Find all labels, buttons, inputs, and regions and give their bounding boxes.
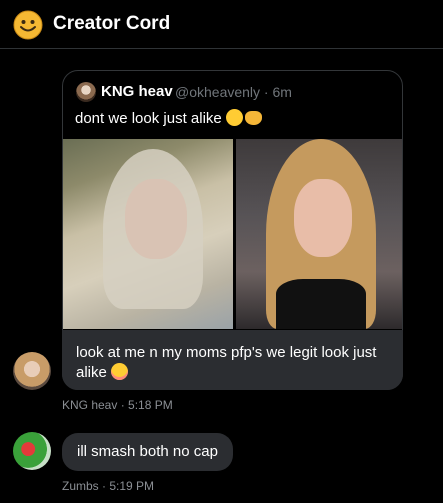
photo-face [125, 179, 187, 259]
quoted-author-handle: @okheavenly · 6m [175, 84, 292, 100]
smiley-face-icon [13, 10, 43, 40]
relieved-face-icon [225, 109, 243, 126]
photo-shirt [276, 279, 366, 329]
tweet-photo-left[interactable] [63, 139, 233, 329]
message-bubble: ill smash both no cap [62, 433, 233, 471]
quoted-tweet-text: dont we look just alike [75, 109, 262, 127]
tweet-photo-right[interactable] [236, 139, 402, 329]
quoted-tweet-body: dont we look just alike [75, 110, 222, 127]
message-meta: KNG heav · 5:18 PM [62, 398, 173, 412]
message-meta: Zumbs · 5:19 PM [62, 479, 155, 493]
message-bubble: look at me n my moms pfp's we legit look… [62, 330, 403, 390]
flushed-face-icon [110, 363, 128, 380]
quoted-author-name[interactable]: KNG heav [101, 83, 173, 100]
app-header: Creator Cord [0, 0, 443, 49]
quoted-author-avatar[interactable] [76, 82, 96, 102]
app-title: Creator Cord [53, 13, 171, 34]
photo-face [294, 179, 352, 257]
avatar-kng-heav[interactable] [13, 352, 51, 390]
handshake-icon [244, 111, 262, 125]
avatar-zumbs[interactable] [13, 432, 51, 470]
